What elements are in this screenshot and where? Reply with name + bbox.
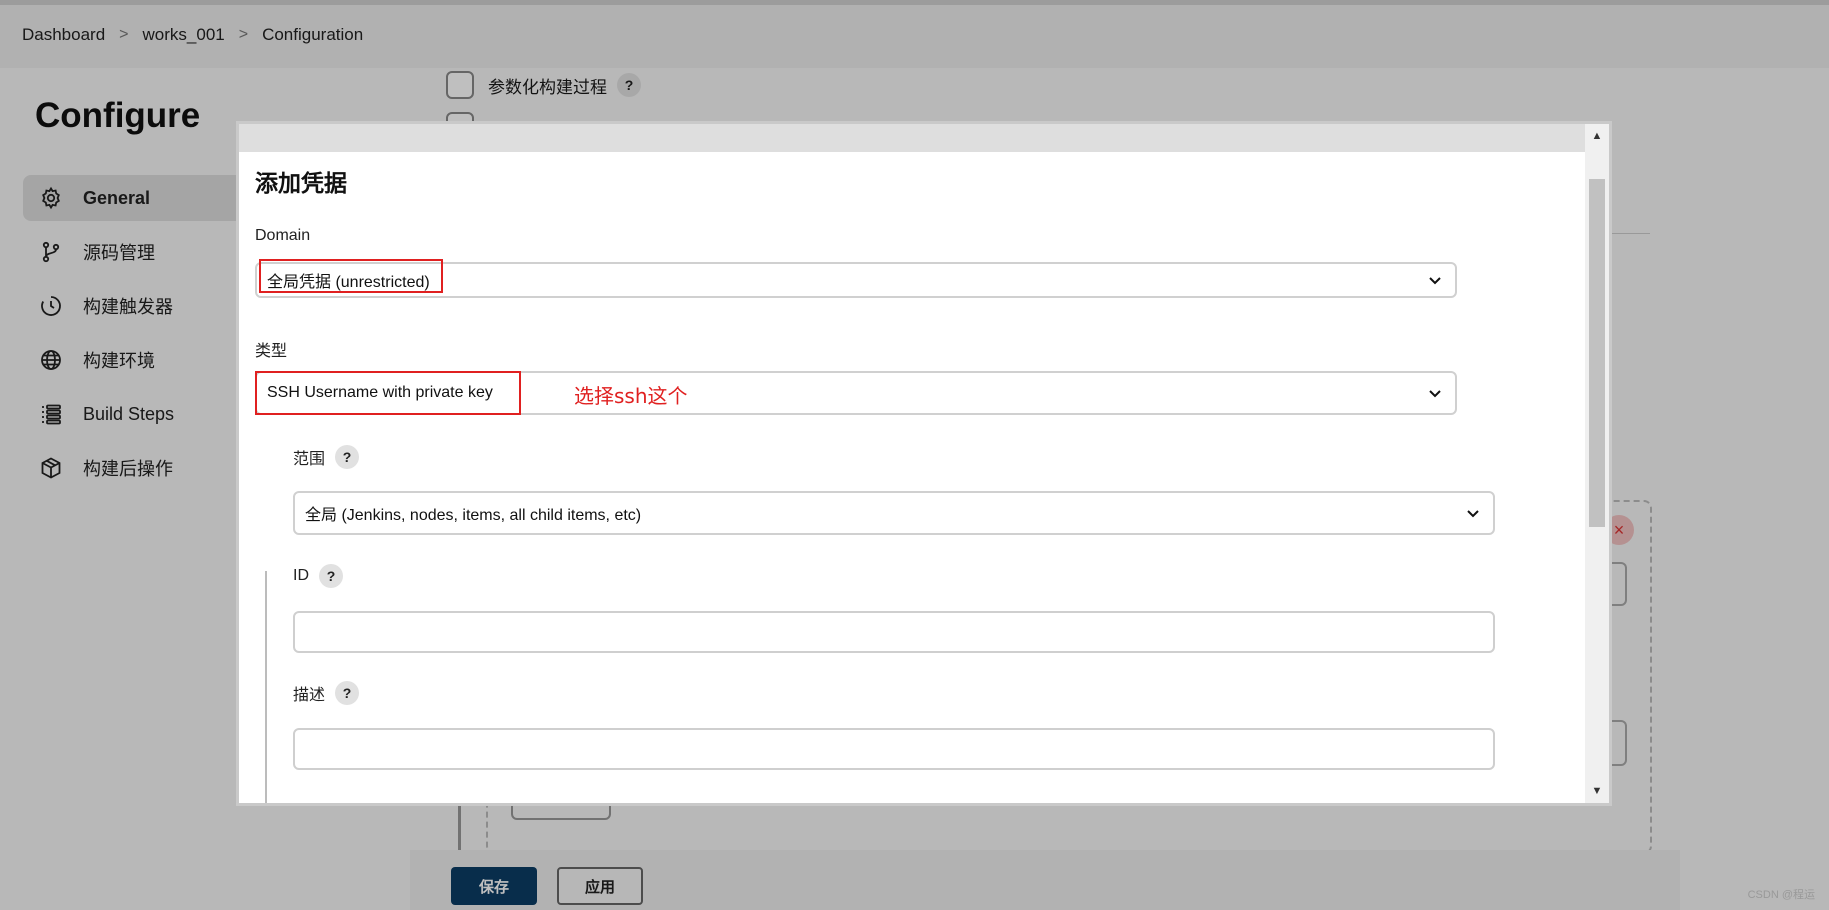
id-label-text: ID: [293, 567, 309, 584]
type-label: 类型: [255, 337, 287, 361]
annotation-text: 选择ssh这个: [574, 384, 688, 408]
description-label-text: 描述: [293, 687, 326, 704]
highlight-box: [255, 371, 521, 415]
section-indent-line: [265, 571, 267, 803]
scrollbar-thumb[interactable]: [1589, 179, 1605, 527]
chevron-down-icon: [1467, 510, 1479, 518]
chevron-down-icon: [1429, 277, 1441, 285]
add-credentials-dialog: 添加凭据 Domain 全局凭据 (unrestricted) 类型 SSH U…: [236, 121, 1612, 806]
dialog-title: 添加凭据: [255, 170, 347, 196]
id-input[interactable]: [293, 611, 1495, 653]
id-label: ID ?: [293, 564, 343, 588]
dialog-scrollbar[interactable]: ▲ ▼: [1585, 124, 1609, 803]
dialog-header: [239, 124, 1585, 152]
description-input[interactable]: [293, 728, 1495, 770]
scroll-down-arrow-icon[interactable]: ▼: [1585, 781, 1609, 801]
help-icon[interactable]: ?: [335, 445, 360, 469]
description-label: 描述 ?: [293, 681, 360, 705]
scope-select-value: 全局 (Jenkins, nodes, items, all child ite…: [305, 507, 642, 524]
domain-label: Domain: [255, 227, 310, 245]
watermark: CSDN @程运: [1747, 889, 1815, 901]
help-icon[interactable]: ?: [335, 681, 360, 705]
scope-label-text: 范围: [293, 451, 326, 468]
domain-label-text: Domain: [255, 227, 311, 244]
highlight-box: [259, 259, 443, 293]
help-icon[interactable]: ?: [319, 564, 343, 588]
dialog-body: 添加凭据 Domain 全局凭据 (unrestricted) 类型 SSH U…: [239, 152, 1585, 803]
type-label-text: 类型: [255, 343, 288, 360]
scope-label: 范围 ?: [293, 445, 360, 469]
scope-select[interactable]: 全局 (Jenkins, nodes, items, all child ite…: [293, 491, 1495, 535]
scroll-up-arrow-icon[interactable]: ▲: [1585, 126, 1609, 146]
chevron-down-icon: [1429, 390, 1441, 398]
